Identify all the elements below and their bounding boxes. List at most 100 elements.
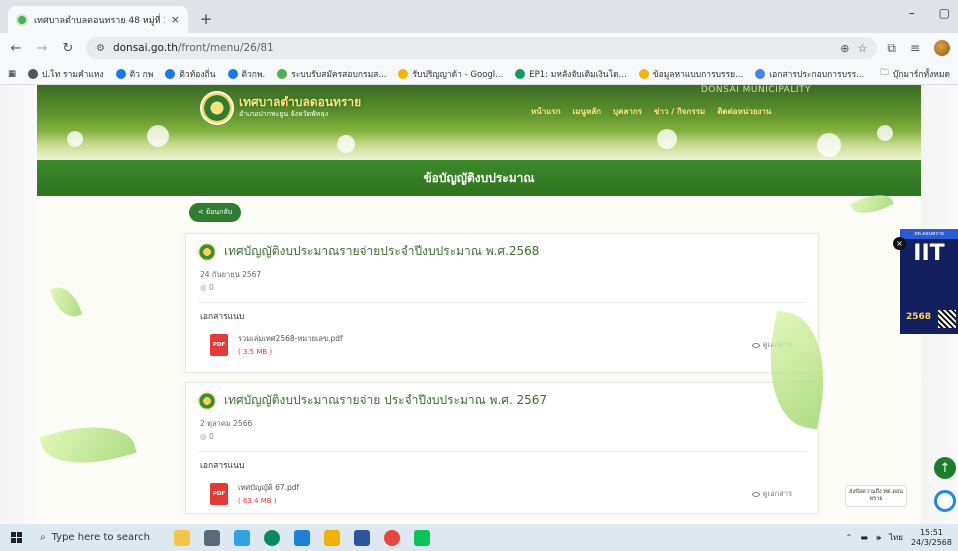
maximize-button[interactable]: ▢: [939, 6, 950, 20]
chat-prompt[interactable]: ส่งข้อความถึง ทต.ดอนทราย: [845, 485, 907, 507]
bookmark-item[interactable]: เอกสารประกอบการบรร...: [755, 67, 864, 81]
system-tray: ⌃ ▬ 🕪 ไทย 15:51 24/3/2568: [846, 528, 958, 547]
start-button[interactable]: [0, 532, 32, 543]
attachment-row: PDF รวมเล่มเทศ2568-หมายเลข.pdf ( 3.5 MB …: [198, 333, 806, 356]
search-placeholder: Type here to search: [51, 532, 150, 543]
bookmark-item[interactable]: ป.โท รามคำแหง: [28, 67, 104, 81]
bookmark-item[interactable]: ติวท้องถิ่น: [165, 67, 216, 81]
bookmark-item[interactable]: EP1: มหลังจับเติมเงินโด...: [515, 67, 627, 81]
bookmark-favicon-icon: [277, 68, 288, 79]
bookmark-favicon-icon: [755, 68, 766, 79]
scroll-to-top-button[interactable]: ↑: [934, 457, 956, 479]
tab-title: เทศบาลตำบลดอนทราย 48 หมู่ที่ 3 ต: [34, 15, 165, 26]
file-explorer-icon[interactable]: [324, 529, 340, 546]
all-bookmarks-folder[interactable]: 🗀 บุ๊กมาร์กทั้งหมด: [880, 67, 950, 81]
bookmark-favicon-icon: [515, 68, 526, 79]
municipality-emblem-icon: [198, 391, 216, 410]
reading-list-icon[interactable]: ≡: [910, 41, 920, 55]
back-button[interactable]: < ย้อนกลับ: [189, 203, 241, 222]
tray-chevron-icon[interactable]: ⌃: [846, 533, 853, 542]
chrome-icon[interactable]: [384, 529, 400, 546]
browser-tab-bar: เทศบาลตำบลดอนทราย 48 หมู่ที่ 3 ต × + – ▢: [0, 0, 958, 33]
network-icon[interactable]: ▬: [860, 533, 868, 542]
reload-icon[interactable]: ↻: [60, 41, 76, 56]
app-icon[interactable]: [294, 529, 310, 546]
attachment-filename[interactable]: เทศบัญญัติ 67.pdf: [238, 482, 299, 494]
municipality-logo[interactable]: [200, 91, 234, 125]
divider: [198, 302, 806, 303]
language-indicator[interactable]: ไทย: [889, 531, 903, 544]
bookmark-label: ติวกพ.: [241, 69, 266, 80]
post-title[interactable]: เทศบัญญัติงบประมาณรายจ่ายประจำปีงบประมาณ…: [224, 242, 539, 261]
widget-sparkle-icon[interactable]: [174, 529, 190, 546]
url-domain: donsai.go.th: [112, 42, 178, 54]
apps-grid-icon[interactable]: ▦: [8, 69, 16, 79]
edge-icon[interactable]: [264, 529, 280, 546]
nav-contact[interactable]: ติดต่อหน่วยงาน: [717, 105, 771, 118]
site-info-icon[interactable]: ⚙: [96, 43, 105, 54]
pdf-file-icon: PDF: [210, 482, 228, 505]
messenger-icon[interactable]: [934, 490, 956, 512]
bookmark-label: ติวท้องถิ่น: [179, 69, 216, 80]
bookmark-item[interactable]: ติวกพ.: [227, 67, 266, 81]
bookmark-favicon-icon: [227, 68, 238, 79]
main-nav: หน้าแรก เมนูหลัก บุคลากร ข่าว / กิจกรรม …: [531, 105, 771, 118]
browser-tab-active[interactable]: เทศบาลตำบลดอนทราย 48 หมู่ที่ 3 ต ×: [8, 6, 188, 33]
eye-icon: ◎: [200, 432, 209, 441]
windows-taskbar: ⌕ Type here to search ⌃ ▬ 🕪 ไทย 15:51 24…: [0, 524, 958, 551]
bookmark-favicon-icon: [638, 68, 649, 79]
new-tab-button[interactable]: +: [194, 7, 218, 31]
all-bookmarks-label: บุ๊กมาร์กทั้งหมด: [892, 69, 950, 80]
attachment-filename[interactable]: รวมเล่มเทศ2568-หมายเลข.pdf: [238, 333, 343, 345]
extensions-icon[interactable]: ⧉: [887, 41, 896, 56]
flower-decoration: [877, 125, 893, 141]
app-icon[interactable]: [234, 529, 250, 546]
bookmark-item[interactable]: ข้อมูลหาแบบการบรรย...: [638, 67, 743, 81]
iit-promo-widget[interactable]: ทต.ดอนทราย IIT 2568: [900, 229, 958, 334]
line-icon[interactable]: [414, 529, 430, 546]
post-views: ◎ 0: [200, 432, 214, 441]
bookmark-item[interactable]: ระบบรับสมัครสอบกรมส...: [277, 67, 386, 81]
nav-personnel[interactable]: บุคลากร: [613, 105, 642, 118]
word-icon[interactable]: [354, 529, 370, 546]
iit-close-button[interactable]: ×: [893, 237, 906, 250]
view-document-link[interactable]: ดูเอกสาร: [751, 488, 792, 500]
flower-decoration: [817, 133, 841, 157]
bookmark-label: ระบบรับสมัครสอบกรมส...: [291, 69, 387, 80]
page-title-banner: ข้อบัญญัติงบประมาณ: [37, 160, 921, 196]
nav-news[interactable]: ข่าว / กิจกรรม: [654, 105, 705, 118]
task-view-icon[interactable]: [204, 529, 220, 546]
nav-main-menu[interactable]: เมนูหลัก: [573, 105, 602, 118]
hero-header: เทศบาลตำบลดอนทราย อำเภอปากพะยูน จังหวัดพ…: [37, 85, 921, 160]
bookmark-favicon-icon: [28, 68, 39, 79]
bookmark-favicon-icon: [165, 68, 176, 79]
bookmark-star-icon[interactable]: ☆: [857, 42, 867, 55]
zoom-icon[interactable]: ⊕: [840, 42, 849, 55]
flower-decoration: [657, 129, 677, 149]
attachments-label: เอกสารแนบ: [200, 461, 245, 471]
bookmark-label: เอกสารประกอบการบรร...: [769, 69, 865, 80]
flower-decoration: [147, 125, 169, 147]
window-controls: – ▢: [909, 6, 950, 20]
back-arrow-icon[interactable]: ←: [8, 41, 24, 56]
nav-home[interactable]: หน้าแรก: [531, 105, 561, 118]
taskbar-search[interactable]: ⌕ Type here to search: [32, 524, 152, 551]
page-title: ข้อบัญญัติงบประมาณ: [423, 170, 535, 185]
bookmark-item[interactable]: ติว กพ: [115, 67, 153, 81]
clock[interactable]: 15:51 24/3/2568: [911, 528, 952, 547]
iit-header: ทต.ดอนทราย: [900, 229, 958, 239]
pdf-file-icon: PDF: [210, 333, 228, 356]
english-name: DONSAI MUNICIPALITY: [700, 85, 811, 95]
volume-icon[interactable]: 🕪: [876, 533, 881, 543]
forward-arrow-icon[interactable]: →: [34, 41, 50, 56]
profile-avatar[interactable]: [934, 40, 950, 56]
address-bar[interactable]: ⚙ donsai.go.th/front/menu/26/81 ⊕ ☆: [86, 37, 878, 59]
post-date: 2 ตุลาคม 2566: [200, 419, 253, 428]
search-icon: ⌕: [40, 532, 46, 543]
tab-close-button[interactable]: ×: [171, 13, 180, 26]
bookmark-item[interactable]: รับปริญญาด้า - Googl...: [398, 67, 503, 81]
minimize-button[interactable]: –: [909, 6, 915, 20]
folder-icon: 🗀: [880, 67, 889, 78]
url-path: /front/menu/26/81: [177, 42, 274, 54]
post-title[interactable]: เทศบัญญัติงบประมาณรายจ่าย ประจำปีงบประมา…: [224, 391, 547, 410]
